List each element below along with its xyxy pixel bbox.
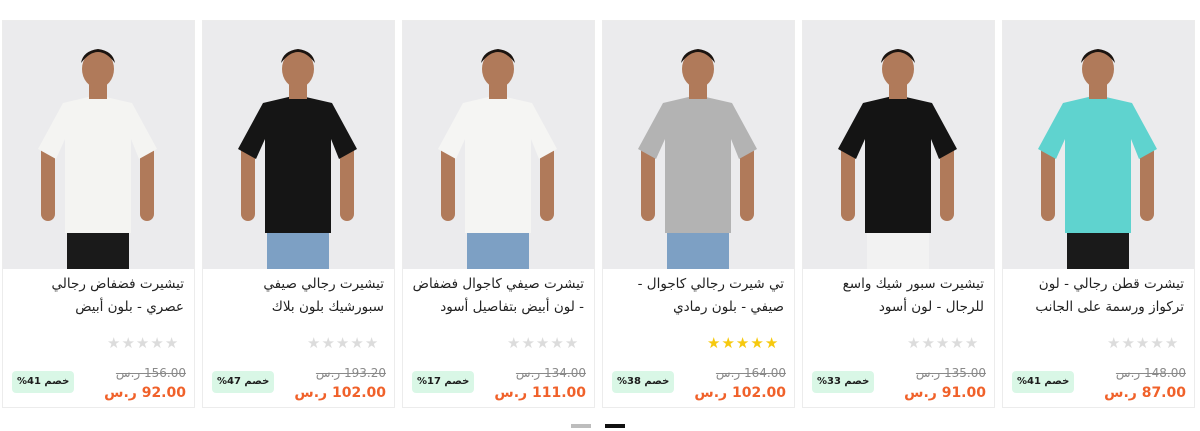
discount-badge: خصم 41% bbox=[12, 371, 75, 393]
product-card[interactable]: تي شيرت رجالي كاجوال - صيفي - بلون رمادي… bbox=[602, 20, 795, 408]
product-image[interactable] bbox=[803, 21, 994, 269]
discount-badge: خصم 47% bbox=[212, 371, 275, 393]
product-card[interactable]: تيشيرت سبور شيك واسع للرجال - لون أسود ★… bbox=[802, 20, 995, 408]
star-icon: ★ bbox=[1164, 334, 1180, 352]
product-carousel: تيشيرت فضفاض رجالي عصري - بلون أبيض ★★★★… bbox=[0, 20, 1200, 410]
carousel-pagination bbox=[571, 424, 631, 428]
discount-badge: خصم 33% bbox=[812, 371, 875, 393]
star-icon: ★ bbox=[935, 334, 951, 352]
product-image[interactable] bbox=[3, 21, 194, 269]
star-icon: ★ bbox=[121, 334, 136, 352]
star-icon: ★ bbox=[1107, 334, 1122, 352]
model-illustration bbox=[638, 49, 757, 269]
sale-price: 111.00 ر.س bbox=[494, 385, 586, 401]
rating-stars: ★★★★★ bbox=[907, 334, 979, 352]
product-card[interactable]: تيشيرت فضفاض رجالي عصري - بلون أبيض ★★★★… bbox=[2, 20, 195, 408]
star-icon: ★ bbox=[164, 334, 180, 352]
pagination-dot[interactable] bbox=[571, 424, 591, 428]
sale-price: 102.00 ر.س bbox=[694, 385, 786, 401]
star-icon: ★ bbox=[1135, 334, 1151, 352]
star-icon: ★ bbox=[907, 334, 922, 352]
star-icon: ★ bbox=[107, 334, 122, 352]
discount-badge: خصم 38% bbox=[612, 371, 675, 393]
pagination-dot-active[interactable] bbox=[605, 424, 625, 428]
star-icon: ★ bbox=[1121, 334, 1136, 352]
star-icon: ★ bbox=[764, 334, 780, 352]
rating-stars: ★★★★★ bbox=[507, 334, 579, 352]
original-price: 134.00 ر.س bbox=[515, 366, 586, 380]
model-illustration bbox=[1038, 49, 1157, 269]
original-price: 193.20 ر.س bbox=[315, 366, 386, 380]
product-image[interactable] bbox=[1003, 21, 1194, 269]
sale-price: 87.00 ر.س bbox=[1104, 385, 1186, 401]
product-title[interactable]: تيشرت صيفي كاجوال فضفاض - لون أبيض بتفاص… bbox=[411, 273, 584, 319]
star-icon: ★ bbox=[950, 334, 965, 352]
model-illustration bbox=[438, 49, 557, 269]
product-title[interactable]: تيشيرت رجالي صيفي سبورشيك بلون بلاك bbox=[211, 273, 384, 319]
star-icon: ★ bbox=[307, 334, 322, 352]
original-price: 135.00 ر.س bbox=[915, 366, 986, 380]
discount-badge: خصم 17% bbox=[412, 371, 475, 393]
model-illustration bbox=[38, 49, 157, 269]
star-icon: ★ bbox=[735, 334, 751, 352]
star-icon: ★ bbox=[150, 334, 165, 352]
rating-stars: ★★★★★ bbox=[107, 334, 179, 352]
star-icon: ★ bbox=[1150, 334, 1165, 352]
star-icon: ★ bbox=[135, 334, 151, 352]
star-icon: ★ bbox=[921, 334, 936, 352]
original-price: 148.00 ر.س bbox=[1115, 366, 1186, 380]
product-image[interactable] bbox=[403, 21, 594, 269]
rating-stars: ★★★★★ bbox=[1107, 334, 1179, 352]
product-card[interactable]: تيشرت صيفي كاجوال فضفاض - لون أبيض بتفاص… bbox=[402, 20, 595, 408]
rating-stars: ★★★★★ bbox=[307, 334, 379, 352]
star-icon: ★ bbox=[335, 334, 351, 352]
star-icon: ★ bbox=[550, 334, 565, 352]
product-image[interactable] bbox=[603, 21, 794, 269]
product-title[interactable]: تيشرت قطن رجالي - لون تركواز ورسمة على ا… bbox=[1011, 273, 1184, 319]
sale-price: 91.00 ر.س bbox=[904, 385, 986, 401]
sale-price: 92.00 ر.س bbox=[104, 385, 186, 401]
star-icon: ★ bbox=[535, 334, 551, 352]
product-title[interactable]: تي شيرت رجالي كاجوال - صيفي - بلون رمادي bbox=[611, 273, 784, 319]
sale-price: 102.00 ر.س bbox=[294, 385, 386, 401]
model-illustration bbox=[838, 49, 957, 269]
product-card[interactable]: تيشرت قطن رجالي - لون تركواز ورسمة على ا… bbox=[1002, 20, 1195, 408]
star-icon: ★ bbox=[564, 334, 580, 352]
original-price: 164.00 ر.س bbox=[715, 366, 786, 380]
product-title[interactable]: تيشيرت سبور شيك واسع للرجال - لون أسود bbox=[811, 273, 984, 319]
star-icon: ★ bbox=[964, 334, 980, 352]
star-icon: ★ bbox=[707, 334, 722, 352]
star-icon: ★ bbox=[750, 334, 765, 352]
product-title[interactable]: تيشيرت فضفاض رجالي عصري - بلون أبيض bbox=[11, 273, 184, 319]
rating-stars: ★★★★★ bbox=[707, 334, 779, 352]
discount-badge: خصم 41% bbox=[1012, 371, 1075, 393]
star-icon: ★ bbox=[321, 334, 336, 352]
original-price: 156.00 ر.س bbox=[115, 366, 186, 380]
star-icon: ★ bbox=[507, 334, 522, 352]
star-icon: ★ bbox=[721, 334, 736, 352]
product-card[interactable]: تيشيرت رجالي صيفي سبورشيك بلون بلاك ★★★★… bbox=[202, 20, 395, 408]
star-icon: ★ bbox=[364, 334, 380, 352]
model-illustration bbox=[238, 49, 357, 269]
product-image[interactable] bbox=[203, 21, 394, 269]
star-icon: ★ bbox=[350, 334, 365, 352]
star-icon: ★ bbox=[521, 334, 536, 352]
